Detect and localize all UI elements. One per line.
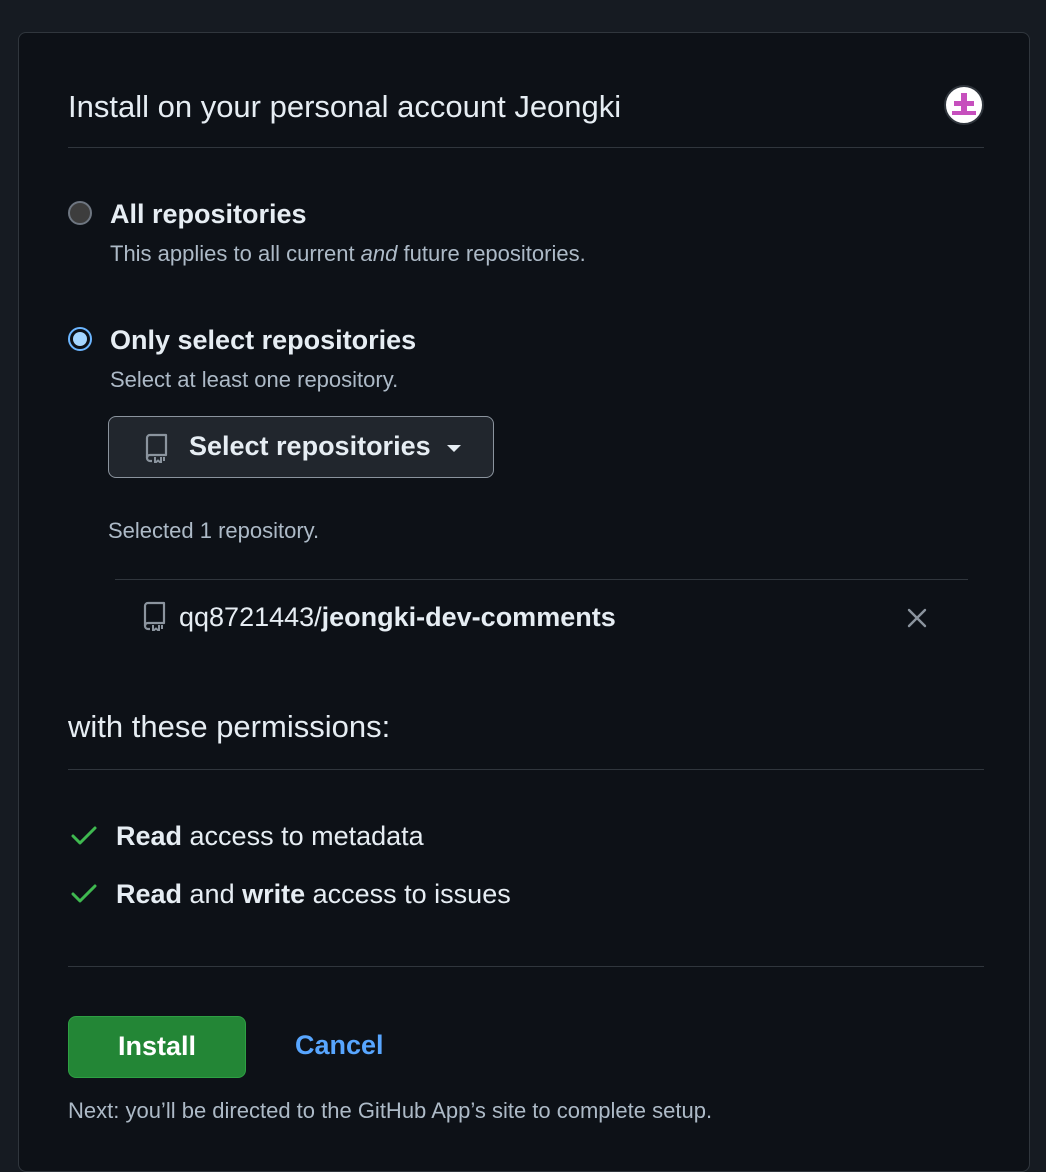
only-select-repositories-option[interactable]: Only select repositories Select at least…	[68, 325, 768, 405]
install-header: Install on your personal account Jeongki	[68, 85, 984, 148]
install-panel: Install on your personal account Jeongki…	[18, 32, 1030, 1172]
divider	[68, 966, 984, 967]
check-icon	[70, 825, 98, 852]
selected-repository-list: qq8721443/jeongki-dev-comments	[115, 579, 968, 660]
check-icon	[70, 883, 98, 910]
cancel-link[interactable]: Cancel	[295, 1030, 384, 1061]
all-repositories-option[interactable]: All repositories This applies to all cur…	[68, 199, 768, 279]
repo-icon	[145, 433, 169, 468]
install-button[interactable]: Install	[68, 1016, 246, 1078]
permissions-header: with these permissions:	[68, 705, 984, 770]
permission-text: Read and write access to issues	[116, 879, 511, 909]
only-select-repositories-label: Only select repositories	[110, 325, 417, 355]
remove-repository-button[interactable]	[905, 606, 929, 630]
caret-down-icon	[447, 445, 461, 452]
all-repositories-label: All repositories	[110, 199, 307, 229]
only-select-repositories-radio[interactable]	[68, 327, 92, 351]
all-repositories-radio[interactable]	[68, 201, 92, 225]
repo-full-name: qq8721443/jeongki-dev-comments	[179, 602, 616, 633]
selected-count: Selected 1 repository.	[108, 518, 320, 543]
all-repositories-note: This applies to all current and future r…	[110, 241, 586, 266]
repo-icon	[143, 601, 167, 636]
close-icon	[907, 608, 927, 628]
repo-owner: qq8721443/	[179, 602, 322, 632]
repo-name: jeongki-dev-comments	[321, 602, 616, 632]
select-repositories-button[interactable]: Select repositories	[108, 416, 494, 478]
only-select-repositories-note: Select at least one repository.	[110, 367, 399, 392]
select-repositories-label: Select repositories	[189, 431, 431, 461]
avatar	[944, 85, 984, 125]
identicon-icon	[952, 93, 976, 115]
page-title: Install on your personal account Jeongki	[68, 89, 622, 124]
permission-text: Read access to metadata	[116, 821, 424, 851]
next-step-note: Next: you’ll be directed to the GitHub A…	[68, 1098, 713, 1123]
permissions-title: with these permissions:	[68, 709, 391, 744]
